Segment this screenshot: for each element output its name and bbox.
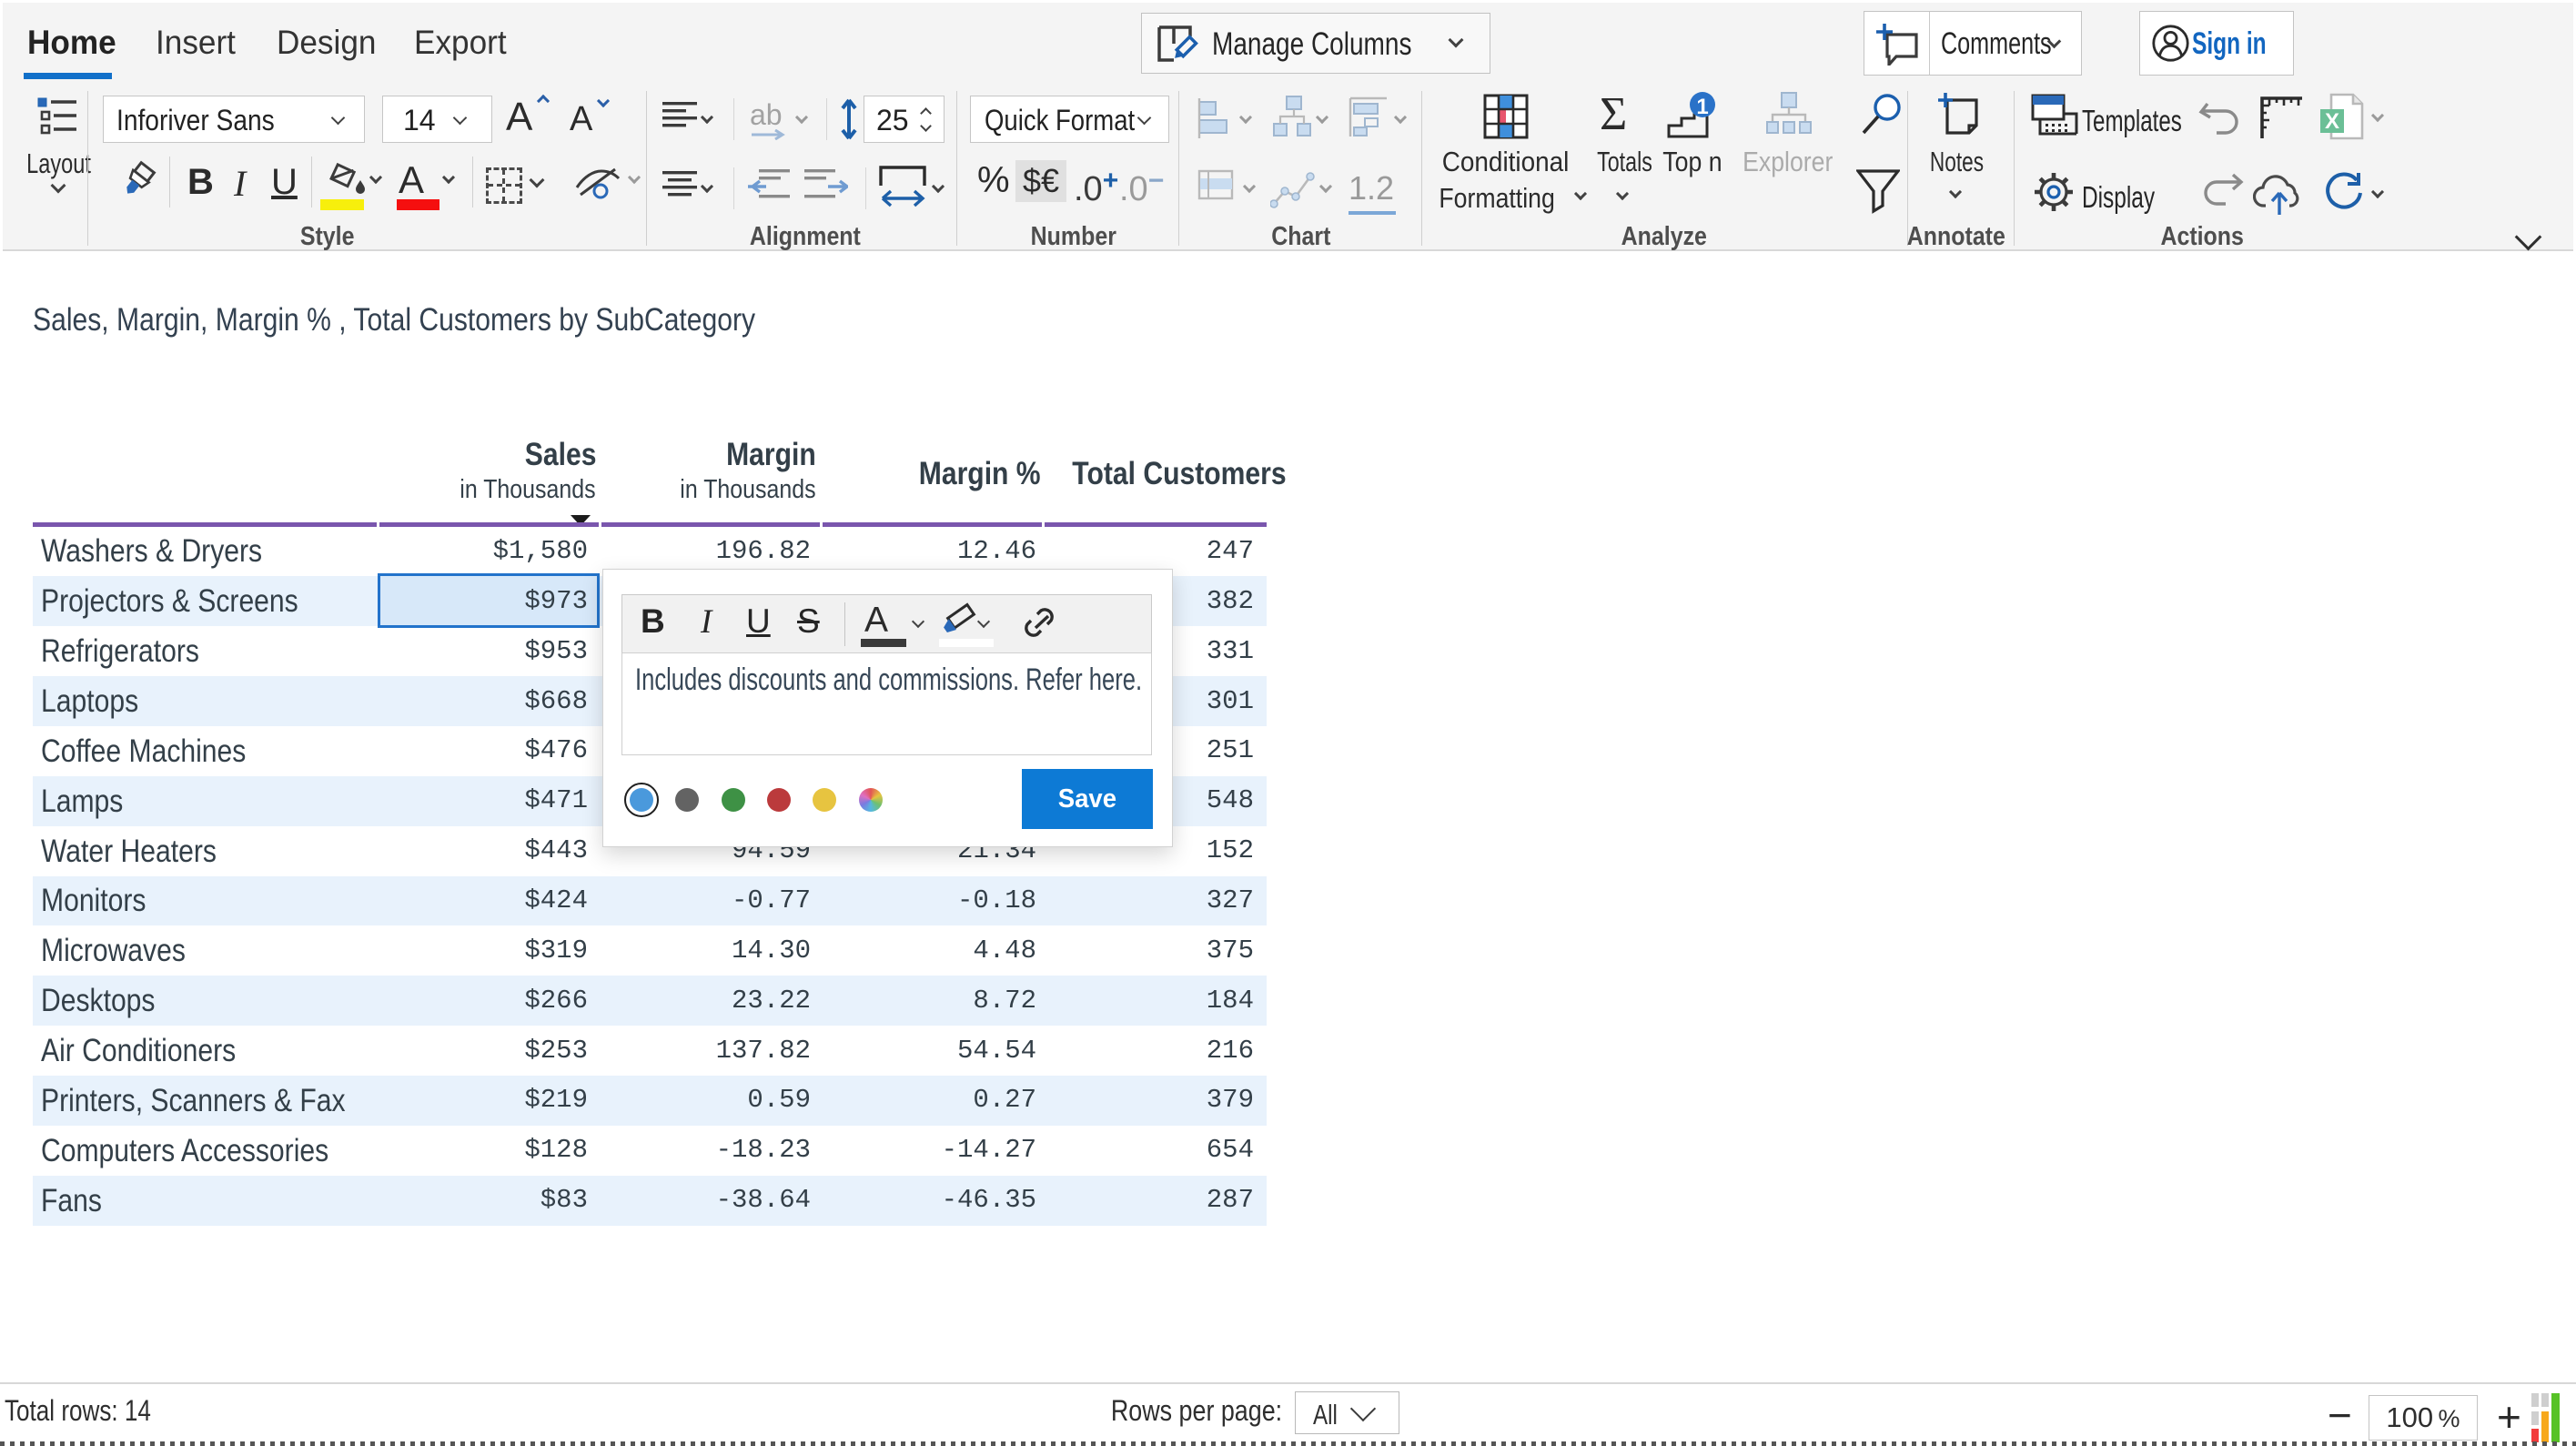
svg-text:X: X — [2325, 109, 2339, 134]
svg-text:1: 1 — [1696, 95, 1708, 119]
